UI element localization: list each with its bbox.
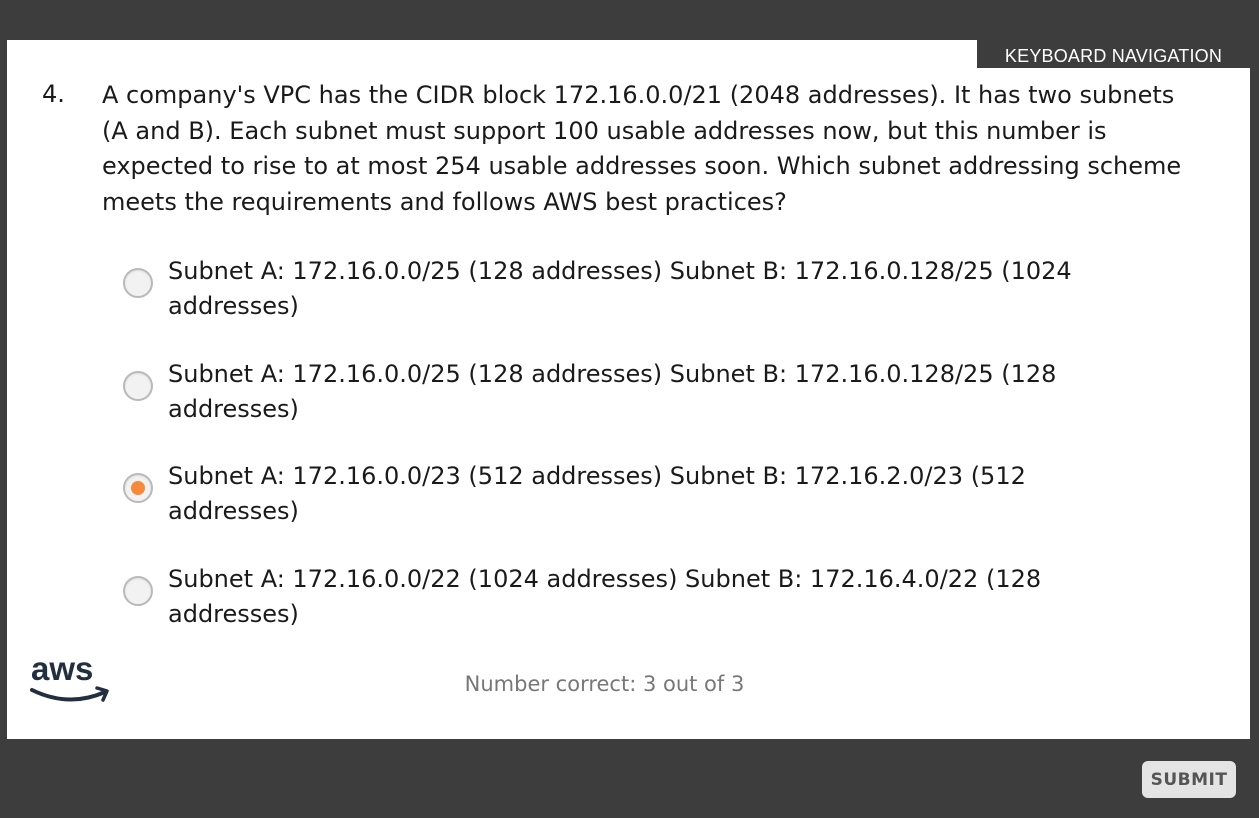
submit-button[interactable]: SUBMIT: [1142, 761, 1236, 798]
quiz-slide: KEYBOARD NAVIGATION 4. A company's VPC h…: [7, 40, 1250, 739]
radio-selected-dot: [131, 481, 145, 495]
answer-option-label[interactable]: Subnet A: 172.16.0.0/25 (128 addresses) …: [168, 254, 1168, 324]
radio-button[interactable]: [123, 371, 153, 401]
answer-option-line-2: addresses): [168, 497, 299, 525]
answer-option-line-2: addresses): [168, 292, 299, 320]
answer-option-label[interactable]: Subnet A: 172.16.0.0/23 (512 addresses) …: [168, 459, 1168, 529]
score-text: Number correct: 3 out of 3: [464, 672, 745, 696]
keyboard-navigation-button[interactable]: KEYBOARD NAVIGATION: [977, 40, 1250, 68]
radio-button[interactable]: [123, 268, 153, 298]
answer-option-label[interactable]: Subnet A: 172.16.0.0/22 (1024 addresses)…: [168, 562, 1168, 632]
question-text: A company's VPC has the CIDR block 172.1…: [102, 81, 1182, 216]
answer-option-line-1: Subnet A: 172.16.0.0/25 (128 addresses) …: [168, 360, 1057, 388]
radio-button[interactable]: [123, 473, 153, 503]
answer-option-line-2: addresses): [168, 395, 299, 423]
answer-option-line-1: Subnet A: 172.16.0.0/25 (128 addresses) …: [168, 257, 1072, 285]
answer-option-label[interactable]: Subnet A: 172.16.0.0/25 (128 addresses) …: [168, 357, 1168, 427]
answer-option-line-1: Subnet A: 172.16.0.0/23 (512 addresses) …: [168, 462, 1026, 490]
answer-option-line-2: addresses): [168, 600, 299, 628]
question-number: 4.: [42, 80, 65, 108]
radio-button[interactable]: [123, 576, 153, 606]
answer-option-line-1: Subnet A: 172.16.0.0/22 (1024 addresses)…: [168, 565, 1042, 593]
